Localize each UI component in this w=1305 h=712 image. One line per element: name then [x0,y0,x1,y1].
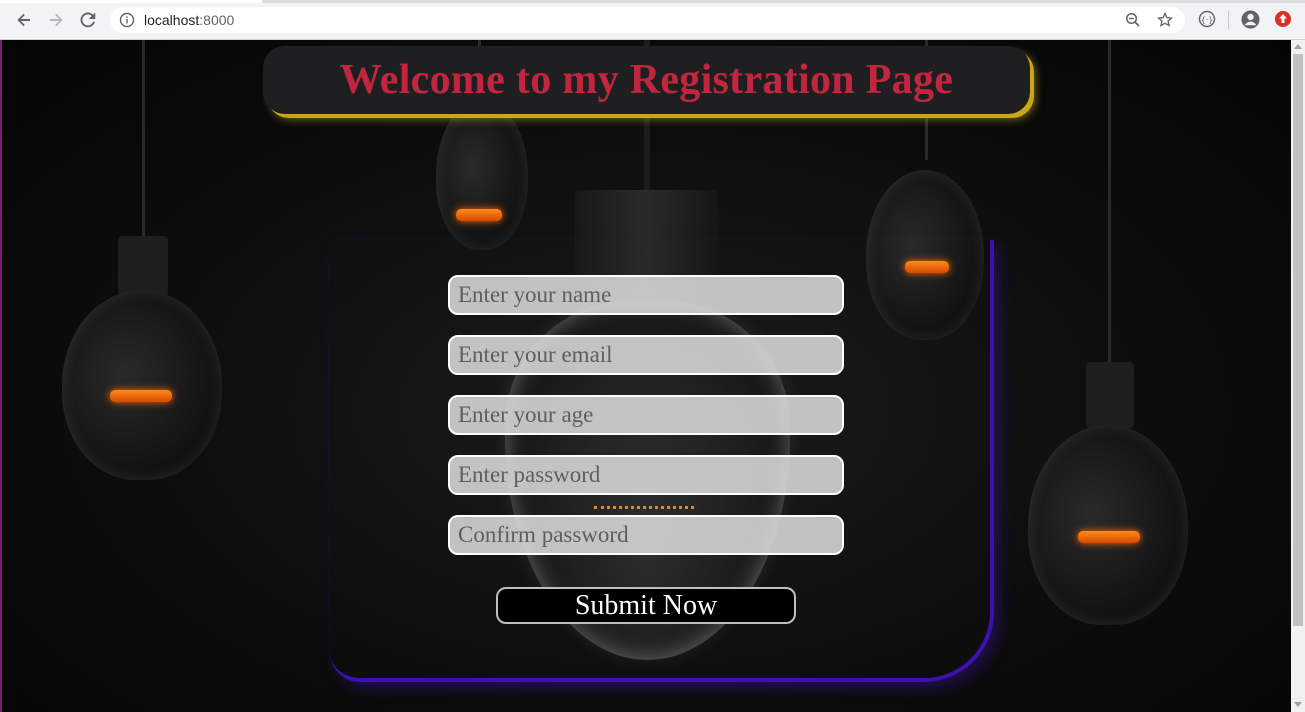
bulb-left [62,290,222,480]
name-input[interactable] [448,275,844,315]
back-icon [17,13,30,27]
bulb-cord [1108,40,1111,370]
toolbar-divider [1228,11,1229,29]
zoom-icon[interactable] [1125,12,1141,28]
url-port: :8000 [199,12,235,28]
svg-text:{·}: {·} [1201,15,1214,24]
tab-strip [0,0,1305,3]
bulb-cap [1086,362,1134,428]
scrollbar[interactable] [1291,40,1305,712]
page-background: Welcome to my Registration Page Submit N… [0,40,1291,712]
scroll-down-icon[interactable] [1294,702,1302,707]
bulb-back-left [436,100,528,250]
window-edge [0,40,2,712]
star-icon[interactable] [1157,12,1173,28]
age-input[interactable] [448,395,844,435]
info-icon[interactable] [119,12,135,28]
forward-button[interactable] [44,8,68,32]
url-text[interactable]: localhost:8000 [144,11,234,29]
extension-icon[interactable]: {·} [1198,10,1216,28]
bulb-filament [110,390,172,402]
address-bar[interactable]: localhost:8000 [110,7,1185,33]
back-button[interactable] [12,8,36,32]
scroll-up-icon[interactable] [1294,44,1302,49]
scrollbar-thumb[interactable] [1293,54,1303,626]
bulb-filament [456,209,502,221]
browser-toolbar: localhost:8000 {·} [0,0,1305,40]
forward-icon [50,13,63,27]
bulb-cap [118,236,168,296]
email-input[interactable] [448,335,844,375]
confirm-password-input[interactable] [448,515,844,555]
password-input[interactable] [448,455,844,495]
page-title: Welcome to my Registration Page [339,57,954,103]
url-host: localhost [144,12,200,28]
bulb-right [1028,425,1188,625]
page-header: Welcome to my Registration Page [263,46,1030,114]
reload-icon [80,12,96,28]
update-icon[interactable] [1274,10,1292,28]
profile-icon[interactable] [1241,10,1260,29]
bulb-cord [142,40,145,240]
bulb-filament [1078,531,1140,543]
submit-button[interactable]: Submit Now [496,587,796,624]
reload-button[interactable] [76,8,100,32]
